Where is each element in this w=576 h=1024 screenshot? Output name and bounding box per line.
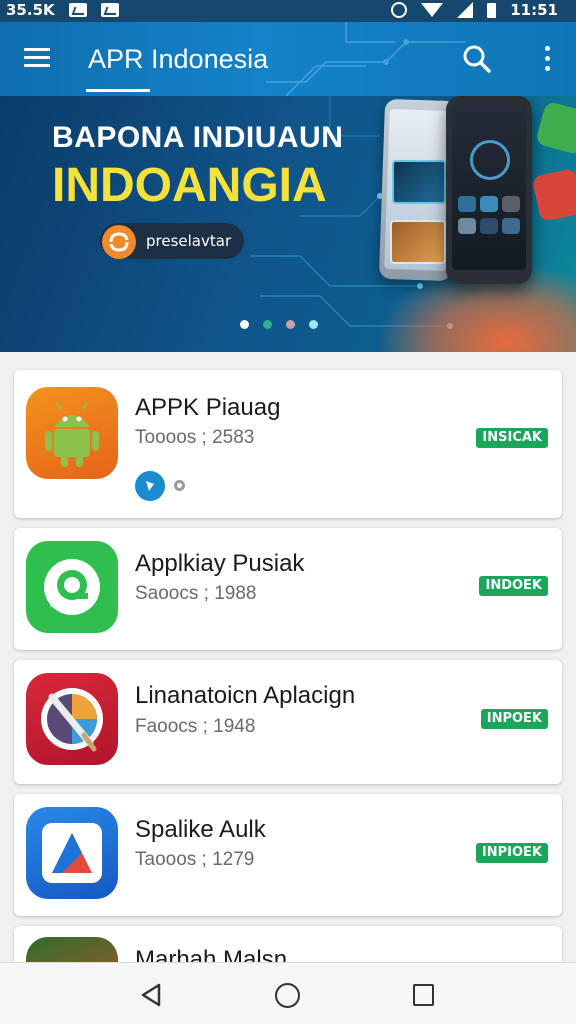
- status-bar: 35.5K 11:51: [0, 0, 576, 22]
- carousel-dot-active[interactable]: [263, 320, 272, 329]
- wifi-icon: [421, 3, 444, 17]
- title-tab-indicator: [86, 89, 150, 92]
- download-notification-icon: [100, 3, 119, 17]
- signal-icon: [457, 2, 474, 18]
- recents-icon[interactable]: [413, 984, 434, 1006]
- app-meta: Saoocs ; 1988: [135, 583, 257, 604]
- search-icon[interactable]: [462, 44, 492, 74]
- floating-photo-card: [390, 220, 446, 264]
- carousel-dot[interactable]: [240, 320, 249, 329]
- status-right: 11:51: [391, 1, 558, 19]
- carousel-dot[interactable]: [309, 320, 318, 329]
- carousel-dot[interactable]: [286, 320, 295, 329]
- home-icon[interactable]: [275, 983, 300, 1008]
- app-meta: Taooos ; 1279: [135, 849, 255, 870]
- carousel-indicator: [240, 320, 318, 329]
- verified-badge-icon: [135, 471, 165, 501]
- cta-logo-icon: [102, 225, 136, 259]
- chat-bubble-icon: [26, 541, 118, 633]
- status-left: 35.5K: [6, 1, 119, 19]
- more-vert-icon[interactable]: [542, 46, 552, 74]
- list-item[interactable]: Spalike Aulk Taooos ; 1279 INPIOEK: [14, 794, 562, 916]
- image-notification-icon: [68, 3, 87, 17]
- android-robot-icon: [26, 387, 118, 479]
- battery-icon: [487, 2, 497, 18]
- install-button[interactable]: INSICAK: [476, 428, 548, 448]
- menu-icon[interactable]: [24, 48, 50, 70]
- app-name: Linanatoicn Aplacign: [135, 682, 356, 709]
- system-nav-bar: [0, 962, 576, 1024]
- status-data-counter: 35.5K: [6, 1, 55, 19]
- triangle-a-icon: [26, 807, 118, 899]
- banner-cta-button[interactable]: preselavtar: [100, 223, 244, 259]
- app-name: APPK Piauag: [135, 394, 281, 421]
- app-meta: Toooos ; 2583: [135, 427, 255, 448]
- alarm-icon: [391, 2, 408, 18]
- phone-illustration-front: [446, 96, 532, 284]
- list-item[interactable]: APPK Piauag Toooos ; 2583 INSICAK: [14, 370, 562, 518]
- install-button[interactable]: INPOEK: [480, 709, 548, 729]
- install-button[interactable]: INDOEK: [479, 576, 548, 596]
- app-name: Spalike Aulk: [135, 816, 266, 843]
- promo-banner[interactable]: BAPONA INDIUAUN INDOANGIA preselavtar: [0, 96, 576, 352]
- install-button[interactable]: INPIOEK: [475, 843, 548, 863]
- banner-subheadline: INDOANGIA: [52, 159, 327, 212]
- app-meta: Faoocs ; 1948: [135, 716, 256, 737]
- app-title: APR Indonesia: [88, 44, 269, 74]
- back-icon[interactable]: [140, 983, 162, 1007]
- paint-brush-icon: [26, 673, 118, 765]
- status-dot-icon: [174, 480, 185, 491]
- status-time: 11:51: [510, 1, 558, 19]
- banner-headline: BAPONA INDIUAUN: [52, 121, 344, 154]
- app-bar: APR Indonesia: [0, 22, 576, 96]
- cta-label: preselavtar: [146, 232, 232, 250]
- circuit-decoration: [266, 22, 466, 96]
- list-item[interactable]: Applkiay Pusiak Saoocs ; 1988 INDOEK: [14, 528, 562, 650]
- floating-media-card: [392, 160, 446, 204]
- app-name: Applkiay Pusiak: [135, 550, 305, 577]
- list-item[interactable]: Linanatoicn Aplacign Faoocs ; 1948 INPOE…: [14, 660, 562, 784]
- app-list: APPK Piauag Toooos ; 2583 INSICAK Applki…: [14, 370, 562, 1024]
